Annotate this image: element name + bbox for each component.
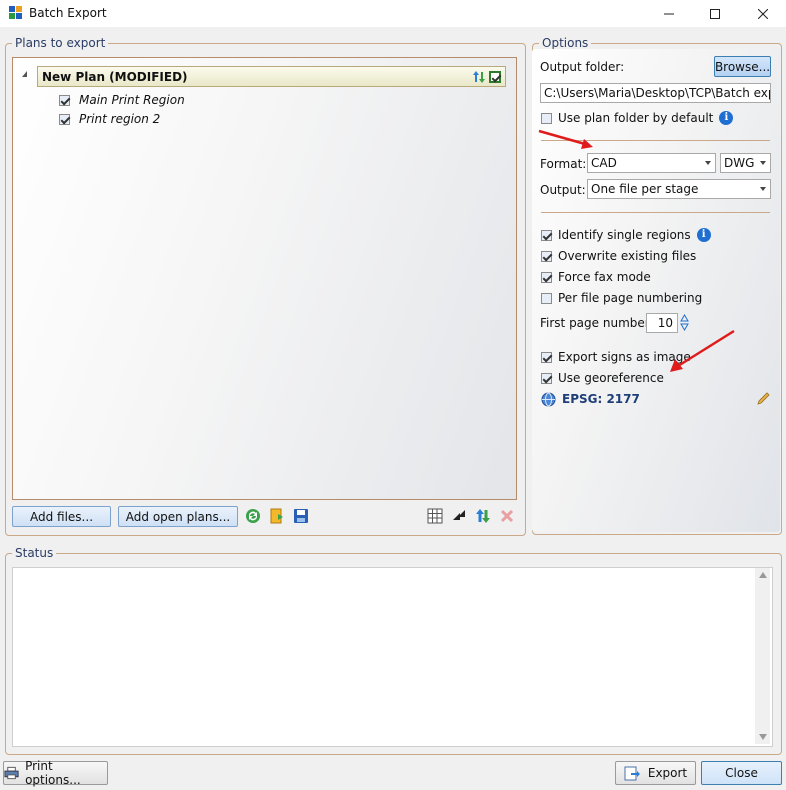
identify-single-regions-label: Identify single regions — [558, 228, 691, 242]
per-file-page-numbering-checkbox[interactable] — [541, 292, 552, 304]
delete-icon[interactable] — [499, 508, 515, 524]
browse-button[interactable]: Browse... — [714, 56, 771, 77]
app-icon — [9, 6, 22, 19]
plan-item[interactable]: New Plan (MODIFIED) — [37, 66, 506, 87]
open-plan-icon[interactable] — [269, 508, 285, 524]
first-page-number-label: First page number: — [540, 316, 654, 330]
use-georeference-checkbox[interactable] — [541, 372, 552, 384]
format-sub-value: DWG — [724, 156, 755, 170]
print-options-button[interactable]: Print options... — [3, 759, 108, 787]
options-separator-2 — [541, 212, 770, 213]
overwrite-existing-files-checkbox[interactable] — [541, 250, 552, 262]
print-options-label: Print options... — [25, 759, 81, 787]
plan-name: New Plan (MODIFIED) — [42, 70, 188, 84]
status-scrollbar[interactable] — [755, 568, 770, 744]
output-value: One file per stage — [591, 182, 699, 196]
region-label-2: Print region 2 — [79, 112, 161, 126]
output-label: Output: — [540, 183, 586, 197]
info-icon[interactable]: i — [696, 228, 711, 242]
close-window-button[interactable] — [740, 0, 786, 27]
collapse-arrow-icon[interactable] — [22, 71, 27, 77]
epsg-label: EPSG: 2177 — [562, 392, 640, 406]
epsg-row: EPSG: 2177 — [541, 391, 640, 407]
plan-checkbox[interactable] — [489, 71, 501, 83]
status-log[interactable] — [12, 567, 773, 747]
move-order-icon[interactable] — [475, 508, 491, 524]
options-legend: Options — [539, 36, 592, 50]
chevron-down-icon — [760, 161, 766, 165]
annotation-arrow-2 — [670, 329, 735, 372]
use-plan-folder-checkbox[interactable] — [541, 112, 552, 124]
use-plan-folder-label: Use plan folder by default — [558, 111, 714, 125]
output-folder-input[interactable]: C:\Users\Maria\Desktop\TCP\Batch export — [540, 83, 771, 103]
minimize-button[interactable] — [646, 0, 692, 27]
plans-legend: Plans to export — [12, 36, 109, 50]
overwrite-existing-files-label: Overwrite existing files — [558, 249, 697, 263]
window-title: Batch Export — [29, 6, 107, 20]
format-select[interactable]: CAD — [587, 153, 716, 173]
maximize-button[interactable] — [692, 0, 738, 27]
collapse-expand-icon[interactable] — [451, 508, 467, 524]
per-file-page-numbering-label: Per file page numbering — [558, 291, 703, 305]
region-item-2[interactable]: Print region 2 — [59, 110, 160, 128]
use-georeference-label: Use georeference — [558, 371, 664, 385]
swap-order-icon[interactable] — [472, 70, 486, 84]
printer-icon — [4, 766, 19, 780]
export-signs-as-image-checkbox[interactable] — [541, 351, 552, 363]
overwrite-existing-files-row[interactable]: Overwrite existing files — [541, 248, 696, 264]
pencil-icon[interactable] — [756, 392, 772, 406]
globe-icon — [541, 392, 556, 406]
scroll-down-icon[interactable] — [759, 734, 767, 740]
force-fax-mode-checkbox[interactable] — [541, 271, 552, 283]
export-button[interactable]: Export — [615, 761, 696, 785]
scroll-up-icon[interactable] — [759, 572, 767, 578]
save-icon[interactable] — [293, 508, 309, 524]
refresh-icon[interactable] — [245, 508, 261, 524]
force-fax-mode-label: Force fax mode — [558, 270, 651, 284]
add-open-plans-button[interactable]: Add open plans... — [118, 506, 238, 527]
grid-select-icon[interactable] — [427, 508, 443, 524]
format-label: Format: — [540, 157, 587, 171]
region-item-main[interactable]: Main Print Region — [59, 91, 185, 109]
chevron-down-icon — [760, 187, 766, 191]
format-sub-select[interactable]: DWG — [720, 153, 771, 173]
status-legend: Status — [12, 546, 57, 560]
format-value: CAD — [591, 156, 617, 170]
export-icon — [624, 766, 640, 781]
identify-single-regions-checkbox[interactable] — [541, 229, 552, 241]
region-checkbox-main[interactable] — [59, 94, 70, 106]
region-checkbox-2[interactable] — [59, 113, 70, 125]
use-plan-folder-row[interactable]: Use plan folder by default i — [541, 110, 734, 126]
minimize-icon — [664, 13, 674, 14]
title-bar: Batch Export — [0, 0, 786, 27]
plans-tree[interactable]: New Plan (MODIFIED) Main Print Region Pr… — [12, 57, 517, 500]
output-select[interactable]: One file per stage — [587, 179, 771, 199]
identify-single-regions-row[interactable]: Identify single regions i — [541, 227, 711, 243]
annotation-arrow-1 — [538, 129, 593, 149]
export-label: Export — [647, 766, 688, 780]
add-files-button[interactable]: Add files... — [12, 506, 111, 527]
maximize-icon — [710, 8, 720, 19]
force-fax-mode-row[interactable]: Force fax mode — [541, 269, 651, 285]
close-icon — [758, 8, 768, 19]
region-label-main: Main Print Region — [79, 93, 185, 107]
close-button[interactable]: Close — [701, 761, 782, 785]
chevron-down-icon — [705, 161, 711, 165]
per-file-page-numbering-row[interactable]: Per file page numbering — [541, 290, 702, 306]
output-folder-label: Output folder: — [540, 60, 625, 74]
use-georeference-row[interactable]: Use georeference — [541, 370, 664, 386]
info-icon[interactable]: i — [719, 111, 734, 125]
